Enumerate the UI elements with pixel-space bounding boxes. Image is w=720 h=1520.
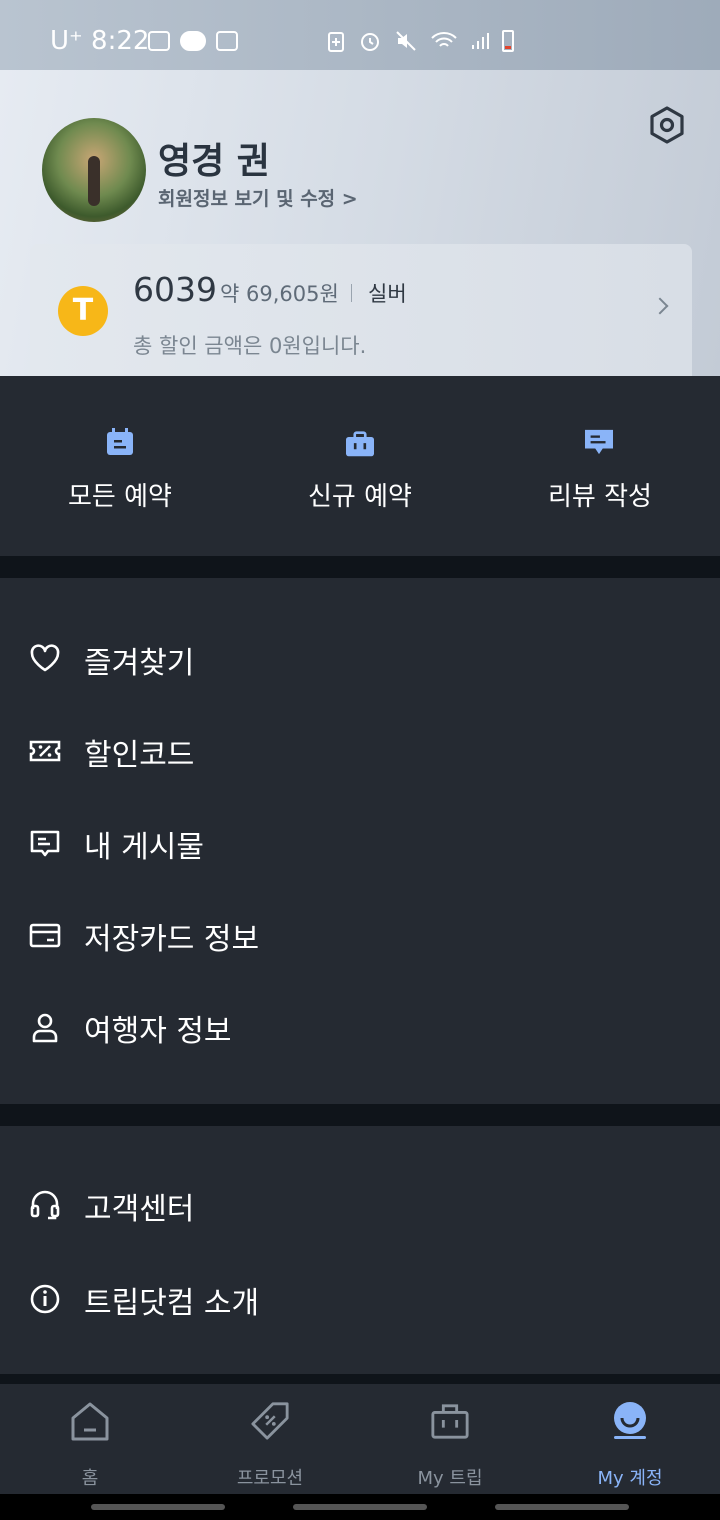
nav-label: 홈: [81, 1468, 99, 1489]
message-icon: [30, 830, 60, 857]
status-time: U⁺ 8:22: [50, 26, 149, 56]
profile-name: 영경 권: [158, 141, 270, 182]
nav-label: My 계정: [597, 1468, 663, 1489]
profile-edit-link[interactable]: 회원정보 보기 및 수정 >: [158, 184, 358, 211]
menu-item-discount-code[interactable]: 할인코드: [0, 710, 720, 790]
nav-home[interactable]: 홈: [0, 1384, 180, 1494]
menu-item-my-posts[interactable]: 내 게시물: [0, 802, 720, 882]
avatar[interactable]: [42, 118, 146, 222]
quick-action-label: 모든 예약: [68, 482, 172, 512]
menu-item-about[interactable]: 트립닷컴 소개: [0, 1258, 720, 1338]
nav-my-trip[interactable]: My 트립: [360, 1384, 540, 1494]
card-icon: [29, 923, 61, 948]
info-icon: [30, 1284, 60, 1314]
support-menu: 고객센터 트립닷컴 소개: [0, 1126, 720, 1374]
new-booking-button[interactable]: 신규 예약: [240, 376, 480, 556]
battery-saver-icon: [328, 32, 344, 52]
carrier-label: U⁺: [50, 26, 83, 56]
app-notification-icon: [216, 31, 238, 51]
menu-item-label: 고객센터: [84, 1192, 195, 1227]
gesture-bar: [0, 1494, 720, 1520]
person-icon: [32, 1013, 58, 1043]
gesture-handle[interactable]: [293, 1504, 427, 1510]
clock: 8:22: [91, 26, 150, 56]
all-bookings-button[interactable]: 모든 예약: [0, 376, 240, 556]
nav-promotions[interactable]: 프로모션: [180, 1384, 360, 1494]
menu-item-label: 여행자 정보: [84, 1014, 232, 1049]
heart-icon: [30, 644, 60, 672]
nav-my-account[interactable]: My 계정: [540, 1384, 720, 1494]
home-icon: [71, 1402, 109, 1441]
comment-icon: [585, 429, 613, 455]
discount-summary: 총 할인 금액은 0원입니다.: [133, 334, 367, 358]
tag-icon: [251, 1402, 289, 1440]
menu-item-label: 할인코드: [84, 738, 195, 773]
status-bar: U⁺ 8:22: [0, 0, 720, 70]
points-card[interactable]: T 6039 약 69,605원 실버 총 할인 금액은 0원입니다.: [30, 244, 692, 376]
gesture-handle[interactable]: [495, 1504, 629, 1510]
quick-actions: 모든 예약 신규 예약 리뷰 작성: [0, 376, 720, 556]
chevron-right-icon: [651, 297, 669, 315]
write-review-button[interactable]: 리뷰 작성: [480, 376, 720, 556]
menu-item-customer-center[interactable]: 고객센터: [0, 1164, 720, 1244]
gallery-icon: [148, 31, 170, 51]
member-tier: 실버: [368, 282, 407, 306]
quick-action-label: 리뷰 작성: [548, 482, 652, 512]
coupon-icon: [29, 740, 61, 762]
nav-label: 프로모션: [236, 1468, 304, 1489]
headset-icon: [30, 1190, 60, 1220]
menu-item-traveler-info[interactable]: 여행자 정보: [0, 986, 720, 1066]
gesture-handle[interactable]: [91, 1504, 225, 1510]
menu-item-label: 트립닷컴 소개: [84, 1286, 260, 1321]
points-value: 6039: [133, 270, 217, 309]
account-icon: [614, 1402, 646, 1439]
alarm-icon: [361, 33, 379, 51]
signal-icon: [472, 33, 489, 49]
trip-coin-icon: T: [58, 286, 108, 336]
menu-item-saved-cards[interactable]: 저장카드 정보: [0, 894, 720, 974]
nav-label: My 트립: [417, 1468, 483, 1489]
quick-action-label: 신규 예약: [308, 482, 412, 512]
settings-icon[interactable]: [646, 104, 688, 146]
menu-item-favorites[interactable]: 즐겨찾기: [0, 618, 720, 698]
menu-item-label: 저장카드 정보: [84, 922, 260, 957]
menu-item-label: 즐겨찾기: [84, 646, 195, 681]
notification-icons: [148, 31, 238, 51]
menu-item-label: 내 게시물: [84, 830, 204, 865]
briefcase-icon: [431, 1404, 469, 1439]
wifi-icon: [431, 32, 457, 47]
points-approx-value: 약 69,605원: [220, 282, 339, 306]
battery-icon: [502, 30, 514, 52]
divider: [351, 284, 352, 302]
wear-icon: [180, 31, 206, 51]
calendar-icon: [107, 428, 133, 455]
profile-header: 영경 권 회원정보 보기 및 수정 > T 6039 약 69,605원 실버 …: [0, 70, 720, 376]
bottom-navigation: 홈 프로모션 My 트립 My 계정: [0, 1384, 720, 1494]
account-menu: 즐겨찾기 할인코드 내 게시물 저장카드 정보 여행자 정보: [0, 578, 720, 1104]
system-icons: [326, 29, 514, 53]
mute-icon: [396, 31, 416, 51]
suitcase-icon: [346, 431, 374, 457]
